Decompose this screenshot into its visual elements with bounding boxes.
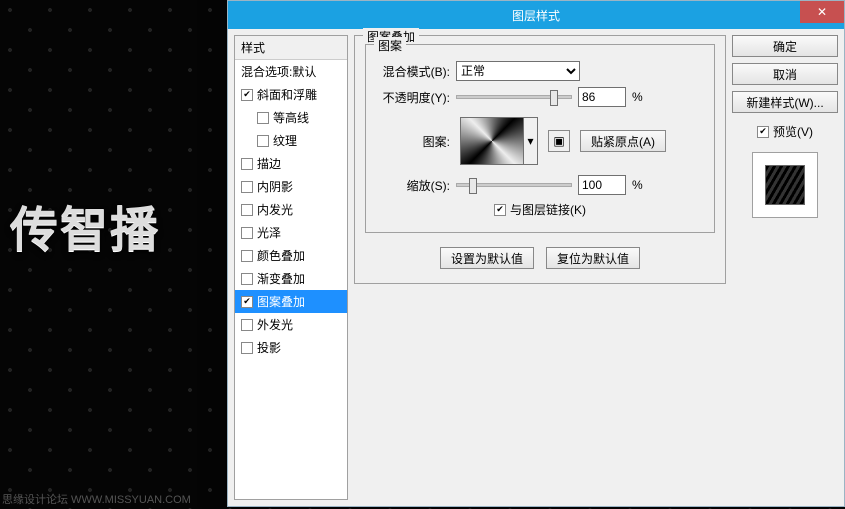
pattern-label: 图案: xyxy=(376,133,450,150)
style-item[interactable]: 渐变叠加 xyxy=(235,267,347,290)
style-item-label: 渐变叠加 xyxy=(257,270,305,287)
inner-group-title: 图案 xyxy=(374,37,406,54)
styles-column: 样式 混合选项:默认 ✔ 斜面和浮雕等高线纹理描边内阴影内发光光泽颜色叠加渐变叠加 ✔… xyxy=(234,35,348,500)
style-item-label: 外发光 xyxy=(257,316,293,333)
link-layer-checkbox[interactable]: ✔ xyxy=(494,204,506,216)
style-checkbox[interactable] xyxy=(241,227,253,239)
pattern-inner-group: 图案 混合模式(B): 正常 不透明度(Y): 86 % xyxy=(365,44,715,233)
style-item[interactable]: 纹理 xyxy=(235,129,347,152)
style-item-label: 纹理 xyxy=(273,132,297,149)
settings-column: 图案叠加 图案 混合模式(B): 正常 不透明度(Y): 86 % xyxy=(354,35,726,500)
style-item[interactable]: 内发光 xyxy=(235,198,347,221)
style-item[interactable]: 投影 xyxy=(235,336,347,359)
style-item-label: 混合选项:默认 xyxy=(241,63,316,80)
close-icon: ✕ xyxy=(817,5,827,19)
reset-default-button[interactable]: 复位为默认值 xyxy=(546,247,640,269)
style-item-label: 内发光 xyxy=(257,201,293,218)
set-default-button[interactable]: 设置为默认值 xyxy=(440,247,534,269)
style-item[interactable]: ✔ 斜面和浮雕 xyxy=(235,83,347,106)
scale-label: 缩放(S): xyxy=(376,177,450,194)
style-item-label: 投影 xyxy=(257,339,281,356)
snap-origin-button[interactable]: 贴紧原点(A) xyxy=(580,130,666,152)
chevron-down-icon: ▾ xyxy=(527,134,533,148)
style-item[interactable]: 等高线 xyxy=(235,106,347,129)
style-checkbox[interactable] xyxy=(241,319,253,331)
style-item-label: 描边 xyxy=(257,155,281,172)
new-style-button[interactable]: 新建样式(W)... xyxy=(732,91,838,113)
style-checkbox[interactable] xyxy=(241,250,253,262)
style-checkbox[interactable]: ✔ xyxy=(241,89,253,101)
pattern-dropdown[interactable]: ▾ xyxy=(524,117,538,165)
style-checkbox[interactable] xyxy=(241,342,253,354)
style-item[interactable]: 内阴影 xyxy=(235,175,347,198)
opacity-input[interactable]: 86 xyxy=(578,87,626,107)
style-checkbox[interactable] xyxy=(257,135,269,147)
scale-input[interactable]: 100 xyxy=(578,175,626,195)
pattern-overlay-group: 图案叠加 图案 混合模式(B): 正常 不透明度(Y): 86 % xyxy=(354,35,726,284)
scale-slider[interactable] xyxy=(456,183,572,187)
style-checkbox[interactable] xyxy=(241,158,253,170)
style-item[interactable]: 颜色叠加 xyxy=(235,244,347,267)
preview-box xyxy=(752,152,818,218)
style-checkbox[interactable]: ✔ xyxy=(241,296,253,308)
blend-mode-select[interactable]: 正常 xyxy=(456,61,580,81)
opacity-slider[interactable] xyxy=(456,95,572,99)
style-item[interactable]: 描边 xyxy=(235,152,347,175)
style-item-label: 内阴影 xyxy=(257,178,293,195)
preview-thumbnail xyxy=(765,165,805,205)
blend-mode-label: 混合模式(B): xyxy=(376,63,450,80)
layer-style-dialog: 图层样式 ✕ 样式 混合选项:默认 ✔ 斜面和浮雕等高线纹理描边内阴影内发光光泽颜色… xyxy=(227,0,845,507)
style-item-label: 光泽 xyxy=(257,224,281,241)
style-item[interactable]: 混合选项:默认 xyxy=(235,60,347,83)
preview-label: 预览(V) xyxy=(773,123,813,140)
styles-list: 样式 混合选项:默认 ✔ 斜面和浮雕等高线纹理描边内阴影内发光光泽颜色叠加渐变叠加 ✔… xyxy=(234,35,348,500)
style-item-label: 图案叠加 xyxy=(257,293,305,310)
style-item-label: 等高线 xyxy=(273,109,309,126)
styles-header: 样式 xyxy=(235,36,347,60)
watermark: 思缘设计论坛 WWW.MISSYUAN.COM xyxy=(2,491,191,507)
percent-label: % xyxy=(632,90,643,104)
style-checkbox[interactable] xyxy=(257,112,269,124)
close-button[interactable]: ✕ xyxy=(800,1,844,23)
style-item[interactable]: 外发光 xyxy=(235,313,347,336)
action-column: 确定 取消 新建样式(W)... ✔ 预览(V) xyxy=(732,35,838,500)
preview-checkbox[interactable]: ✔ xyxy=(757,126,769,138)
style-checkbox[interactable] xyxy=(241,204,253,216)
opacity-label: 不透明度(Y): xyxy=(376,89,450,106)
style-item-label: 颜色叠加 xyxy=(257,247,305,264)
document-icon: ▣ xyxy=(553,134,564,148)
cancel-button[interactable]: 取消 xyxy=(732,63,838,85)
dialog-title: 图层样式 xyxy=(512,7,560,24)
pattern-swatch[interactable] xyxy=(460,117,524,165)
percent-label-2: % xyxy=(632,178,643,192)
link-layer-label: 与图层链接(K) xyxy=(510,201,586,218)
style-checkbox[interactable] xyxy=(241,273,253,285)
artwork-text: 传智播 xyxy=(10,190,160,260)
style-item-label: 斜面和浮雕 xyxy=(257,86,317,103)
style-checkbox[interactable] xyxy=(241,181,253,193)
style-item[interactable]: ✔ 图案叠加 xyxy=(235,290,347,313)
style-item[interactable]: 光泽 xyxy=(235,221,347,244)
ok-button[interactable]: 确定 xyxy=(732,35,838,57)
new-pattern-button[interactable]: ▣ xyxy=(548,130,570,152)
titlebar[interactable]: 图层样式 ✕ xyxy=(228,1,844,29)
